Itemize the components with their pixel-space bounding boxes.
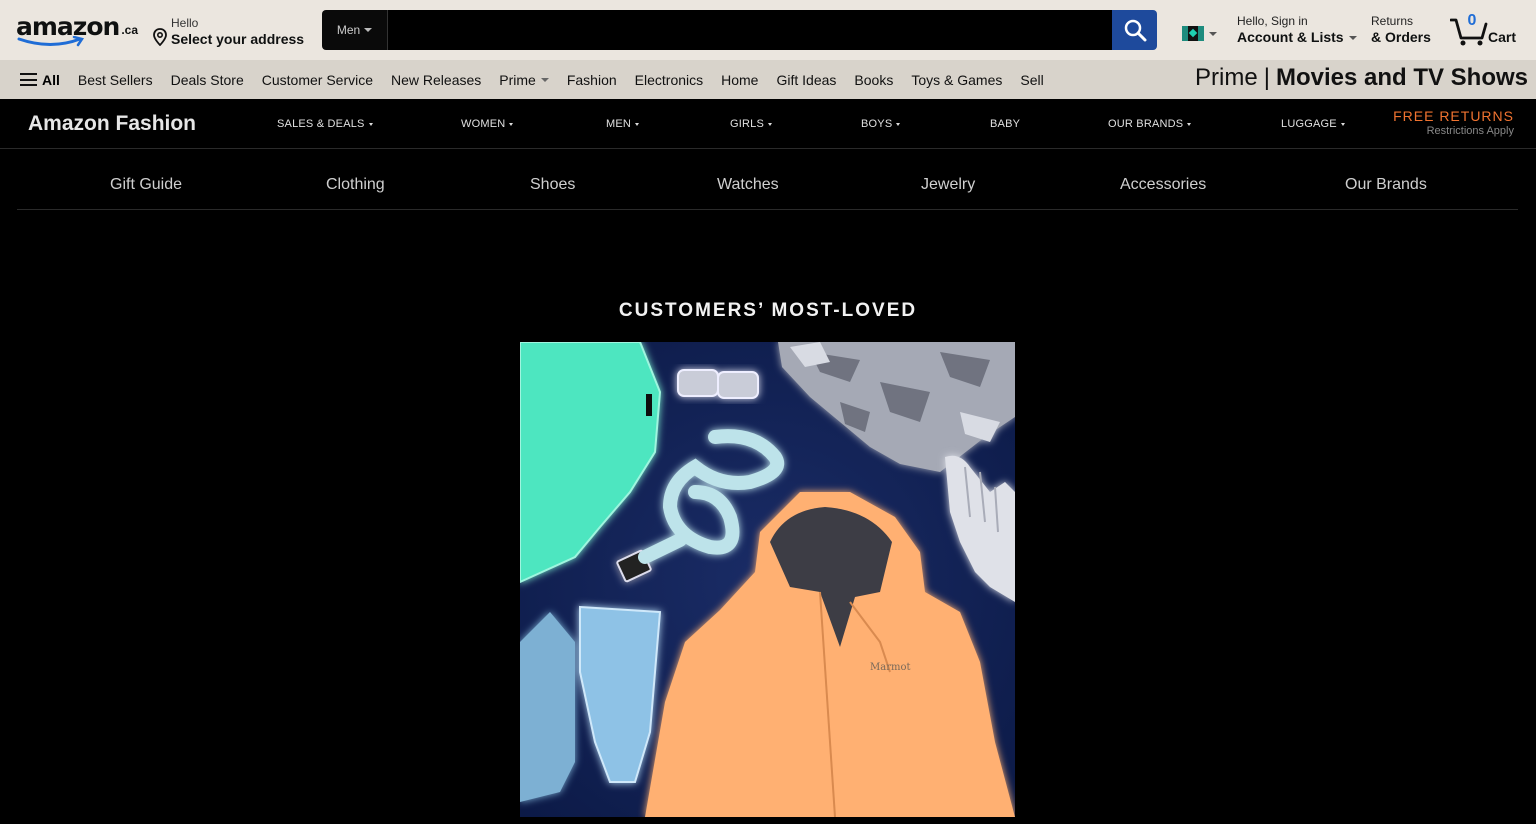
language-selector[interactable] bbox=[1182, 26, 1217, 41]
fashion-store-nav: Amazon Fashion SALES & DEALS WOMEN MEN G… bbox=[0, 99, 1536, 149]
search-bar: Men bbox=[322, 10, 1157, 50]
chevron-down-icon bbox=[768, 122, 773, 126]
secondary-navigation: All Best Sellers Deals Store Customer Se… bbox=[0, 60, 1536, 99]
fashion-nav-baby[interactable]: BABY bbox=[990, 118, 1020, 130]
search-department-dropdown[interactable]: Men bbox=[322, 10, 388, 50]
hamburger-icon bbox=[20, 73, 37, 86]
all-menu-button[interactable]: All bbox=[20, 72, 60, 88]
banner-title: Movies and TV Shows bbox=[1275, 64, 1528, 91]
logo-tld: .ca bbox=[121, 23, 139, 37]
nav-gift-ideas[interactable]: Gift Ideas bbox=[776, 72, 836, 88]
nav-deals-store[interactable]: Deals Store bbox=[171, 72, 244, 88]
free-returns-badge[interactable]: FREE RETURNS Restrictions Apply bbox=[1393, 108, 1514, 138]
free-returns-label: FREE RETURNS bbox=[1393, 108, 1514, 124]
account-lists-label: Account & Lists bbox=[1237, 29, 1344, 45]
nav-home[interactable]: Home bbox=[721, 72, 758, 88]
chevron-down-icon bbox=[1348, 35, 1357, 40]
search-department-label: Men bbox=[336, 23, 361, 37]
category-accessories[interactable]: Accessories bbox=[1120, 176, 1206, 194]
top-navigation: amazon .ca Hello Select your address Men bbox=[0, 0, 1536, 60]
account-greeting: Hello, Sign in bbox=[1237, 14, 1308, 28]
fashion-nav-label: SALES & DEALS bbox=[277, 118, 365, 130]
address-greeting: Hello bbox=[171, 16, 199, 30]
amazon-logo[interactable]: amazon .ca bbox=[16, 12, 138, 50]
returns-label: Returns bbox=[1371, 14, 1414, 28]
address-select: Select your address bbox=[171, 31, 305, 47]
fashion-nav-label: WOMEN bbox=[461, 118, 506, 130]
fashion-nav-luggage[interactable]: LUGGAGE bbox=[1281, 118, 1345, 130]
nav-fashion[interactable]: Fashion bbox=[567, 72, 617, 88]
chevron-down-icon bbox=[896, 122, 901, 126]
category-clothing[interactable]: Clothing bbox=[326, 176, 385, 194]
chevron-down-icon bbox=[1187, 122, 1192, 126]
fashion-nav-label: GIRLS bbox=[730, 118, 765, 130]
fashion-nav-men[interactable]: MEN bbox=[606, 118, 640, 130]
nav-prime-label: Prime bbox=[499, 71, 536, 88]
fashion-nav-boys[interactable]: BOYS bbox=[861, 118, 901, 130]
section-heading: CUSTOMERS’ MOST-LOVED bbox=[618, 300, 918, 321]
fashion-nav-sales-deals[interactable]: SALES & DEALS bbox=[277, 118, 373, 130]
fashion-nav-girls[interactable]: GIRLS bbox=[730, 118, 773, 130]
fashion-nav-label: BOYS bbox=[861, 118, 893, 130]
nav-sell[interactable]: Sell bbox=[1020, 72, 1043, 88]
returns-orders-link[interactable]: Returns & Orders bbox=[1371, 14, 1431, 46]
banner-prime: Prime bbox=[1195, 64, 1258, 91]
prime-video-banner[interactable]: Prime | Movies and TV Shows bbox=[1195, 64, 1528, 92]
category-shoes[interactable]: Shoes bbox=[530, 176, 575, 194]
logo-smile-icon bbox=[17, 36, 85, 47]
fashion-nav-label: MEN bbox=[606, 118, 632, 130]
nav-books[interactable]: Books bbox=[854, 72, 893, 88]
account-menu[interactable]: Hello, Sign in Account & Lists bbox=[1237, 14, 1357, 46]
search-button[interactable] bbox=[1112, 10, 1157, 50]
fashion-nav-label: OUR BRANDS bbox=[1108, 118, 1184, 130]
category-gift-guide[interactable]: Gift Guide bbox=[110, 176, 182, 194]
fashion-nav-label: BABY bbox=[990, 118, 1021, 130]
restrictions-label: Restrictions Apply bbox=[1426, 125, 1514, 137]
orders-label: & Orders bbox=[1371, 29, 1431, 45]
chevron-down-icon bbox=[1340, 122, 1345, 126]
location-pin-icon bbox=[153, 28, 167, 46]
all-label: All bbox=[42, 71, 60, 88]
chevron-down-icon bbox=[540, 77, 549, 82]
chevron-down-icon bbox=[364, 28, 373, 32]
chevron-down-icon bbox=[509, 122, 514, 126]
cart-button[interactable]: 0 Cart bbox=[1450, 12, 1520, 48]
product-flatlay-illustration: Marmot bbox=[520, 342, 1015, 817]
nav-prime[interactable]: Prime bbox=[499, 72, 549, 88]
fashion-nav-label: LUGGAGE bbox=[1281, 118, 1337, 130]
category-jewelry[interactable]: Jewelry bbox=[921, 176, 975, 194]
search-input[interactable] bbox=[388, 10, 1112, 50]
nav-toys-games[interactable]: Toys & Games bbox=[911, 72, 1002, 88]
cart-label: Cart bbox=[1488, 29, 1517, 45]
nav-best-sellers[interactable]: Best Sellers bbox=[78, 72, 153, 88]
canada-flag-icon bbox=[1182, 26, 1204, 41]
category-our-brands[interactable]: Our Brands bbox=[1345, 176, 1427, 194]
nav-new-releases[interactable]: New Releases bbox=[391, 72, 481, 88]
chevron-down-icon bbox=[1209, 31, 1217, 36]
jacket-brand-label: Marmot bbox=[870, 662, 911, 673]
banner-separator: | bbox=[1263, 64, 1270, 91]
delivery-address[interactable]: Hello Select your address bbox=[152, 14, 304, 48]
most-loved-product-image[interactable]: Marmot bbox=[520, 342, 1015, 817]
sunglasses bbox=[677, 369, 759, 399]
fashion-nav-women[interactable]: WOMEN bbox=[461, 118, 514, 130]
category-watches[interactable]: Watches bbox=[717, 176, 779, 194]
category-row: Gift Guide Clothing Shoes Watches Jewelr… bbox=[17, 149, 1518, 210]
fashion-nav-our-brands[interactable]: OUR BRANDS bbox=[1108, 118, 1192, 130]
fashion-store-title[interactable]: Amazon Fashion bbox=[28, 112, 196, 136]
chevron-down-icon bbox=[635, 122, 640, 126]
nav-electronics[interactable]: Electronics bbox=[635, 72, 703, 88]
nav-customer-service[interactable]: Customer Service bbox=[262, 72, 373, 88]
chevron-down-icon bbox=[368, 122, 373, 126]
cart-icon bbox=[1450, 18, 1488, 46]
search-icon bbox=[1124, 19, 1146, 42]
